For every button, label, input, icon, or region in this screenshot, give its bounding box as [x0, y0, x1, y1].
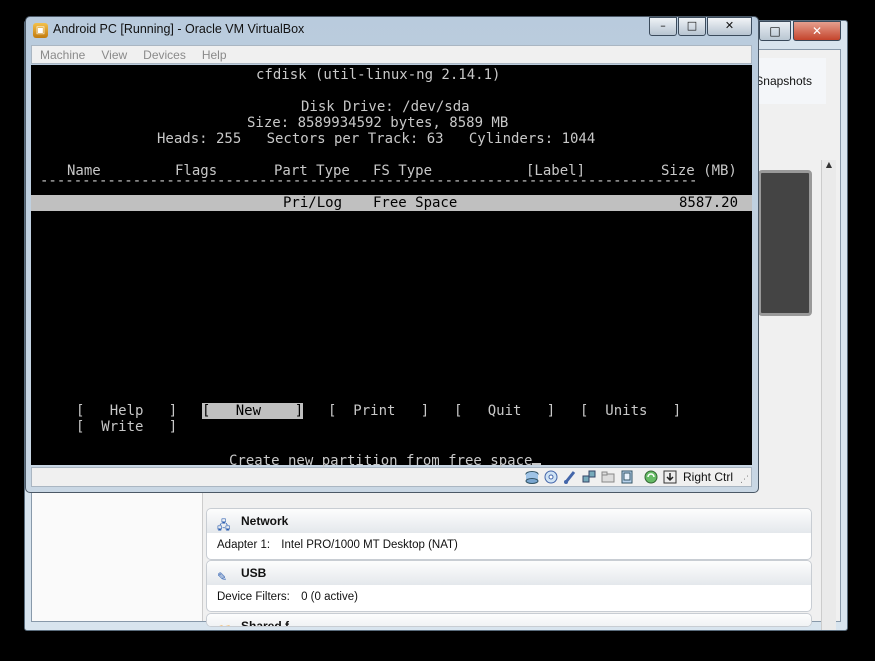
menu-button-units[interactable]: [ Units ]: [580, 403, 681, 419]
partition-size: 8587.20: [679, 195, 739, 211]
adapter-label: Adapter 1:: [217, 539, 271, 551]
virtualbox-app-icon: ▣: [33, 23, 48, 38]
snapshots-label: Snapshots: [755, 74, 812, 88]
mouse-integration-icon[interactable]: [643, 469, 659, 485]
network-panel-header[interactable]: 🖧 Network: [207, 509, 811, 533]
details-scrollbar[interactable]: ▲: [821, 160, 836, 630]
vm-close-button[interactable]: ✕: [707, 17, 752, 36]
shared-folder-icon[interactable]: [600, 469, 616, 485]
partition-row-selected[interactable]: Pri/Log Free Space 8587.20: [31, 195, 752, 211]
menu-button-help[interactable]: [ Help ]: [76, 403, 177, 419]
shared-folders-panel: 📁 Shared f...: [206, 613, 812, 627]
manager-maximize-button[interactable]: □: [759, 21, 791, 41]
cfdisk-program-title: cfdisk (util-linux-ng 2.14.1): [256, 67, 501, 83]
usb-panel-title: USB: [241, 566, 267, 580]
menu-button-quit[interactable]: [ Quit ]: [454, 403, 555, 419]
menu-button-new-label: New: [235, 403, 262, 419]
vm-window-title: Android PC [Running] - Oracle VM Virtual…: [53, 22, 305, 36]
menu-button-new[interactable]: [ New ]: [202, 403, 304, 419]
vm-titlebar[interactable]: ▣ Android PC [Running] - Oracle VM Virtu…: [26, 17, 758, 45]
disk-drive-line: Disk Drive: /dev/sda: [301, 99, 470, 115]
menu-help[interactable]: Help: [194, 48, 235, 62]
menu-button-write[interactable]: [ Write ]: [76, 419, 177, 435]
vm-statusbar: Right Ctrl ⋰: [31, 467, 752, 487]
scroll-up-arrow-icon[interactable]: ▲: [822, 160, 836, 169]
menu-machine[interactable]: Machine: [32, 48, 93, 62]
vm-window-controls: – □ ✕: [648, 17, 752, 36]
disk-size-line: Size: 8589934592 bytes, 8589 MB: [247, 115, 509, 131]
network-panel: 🖧 Network Adapter 1: Intel PRO/1000 MT D…: [206, 508, 812, 560]
capture-icon[interactable]: [619, 469, 635, 485]
shared-folder-icon: 📁: [217, 618, 232, 626]
menu-button-quit-label: Quit: [487, 403, 522, 419]
usb-panel: ✎ USB Device Filters: 0 (0 active): [206, 560, 812, 612]
menu-button-print-label: Print: [353, 403, 396, 419]
usb-icon[interactable]: [562, 469, 578, 485]
network-panel-title: Network: [241, 514, 289, 528]
shared-folders-panel-header[interactable]: 📁 Shared f...: [207, 614, 811, 627]
menu-button-print[interactable]: [ Print ]: [328, 403, 429, 419]
menu-button-units-label: Units: [605, 403, 648, 419]
menu-button-help-label: Help: [109, 403, 144, 419]
manager-close-button[interactable]: ✕: [793, 21, 841, 41]
menu-view[interactable]: View: [93, 48, 135, 62]
menu-devices[interactable]: Devices: [135, 48, 194, 62]
partition-part-type: Pri/Log: [283, 195, 343, 211]
vm-preview-thumbnail: [758, 170, 812, 316]
vm-window: ▣ Android PC [Running] - Oracle VM Virtu…: [25, 16, 759, 493]
header-separator: ----------------------------------------…: [40, 173, 698, 189]
shared-folders-title: Shared f...: [241, 619, 300, 627]
partition-fs-type: Free Space: [373, 195, 458, 211]
host-key-label: Right Ctrl: [682, 470, 733, 484]
hard-disk-icon[interactable]: [524, 469, 540, 485]
network-icon[interactable]: [581, 469, 597, 485]
keyboard-icon[interactable]: [662, 469, 678, 485]
vm-maximize-button[interactable]: □: [678, 17, 706, 36]
device-filters-value: 0 (0 active): [301, 591, 358, 603]
device-filters-label: Device Filters:: [217, 591, 290, 603]
disk-geometry-line: Heads: 255 Sectors per Track: 63 Cylinde…: [157, 131, 596, 147]
vm-menubar: Machine View Devices Help: [31, 45, 752, 64]
usb-icon: ✎: [217, 570, 228, 584]
usb-panel-header[interactable]: ✎ USB: [207, 561, 811, 585]
vm-screen-terminal[interactable]: cfdisk (util-linux-ng 2.14.1) Disk Drive…: [31, 65, 752, 469]
network-icon: 🖧: [217, 518, 231, 532]
menu-button-write-label: Write: [101, 419, 144, 435]
resize-grip-icon[interactable]: ⋰: [740, 475, 749, 485]
text-cursor: [532, 451, 542, 465]
optical-disk-icon[interactable]: [543, 469, 559, 485]
vm-minimize-button[interactable]: –: [649, 17, 677, 36]
adapter-value: Intel PRO/1000 MT Desktop (NAT): [281, 539, 458, 551]
